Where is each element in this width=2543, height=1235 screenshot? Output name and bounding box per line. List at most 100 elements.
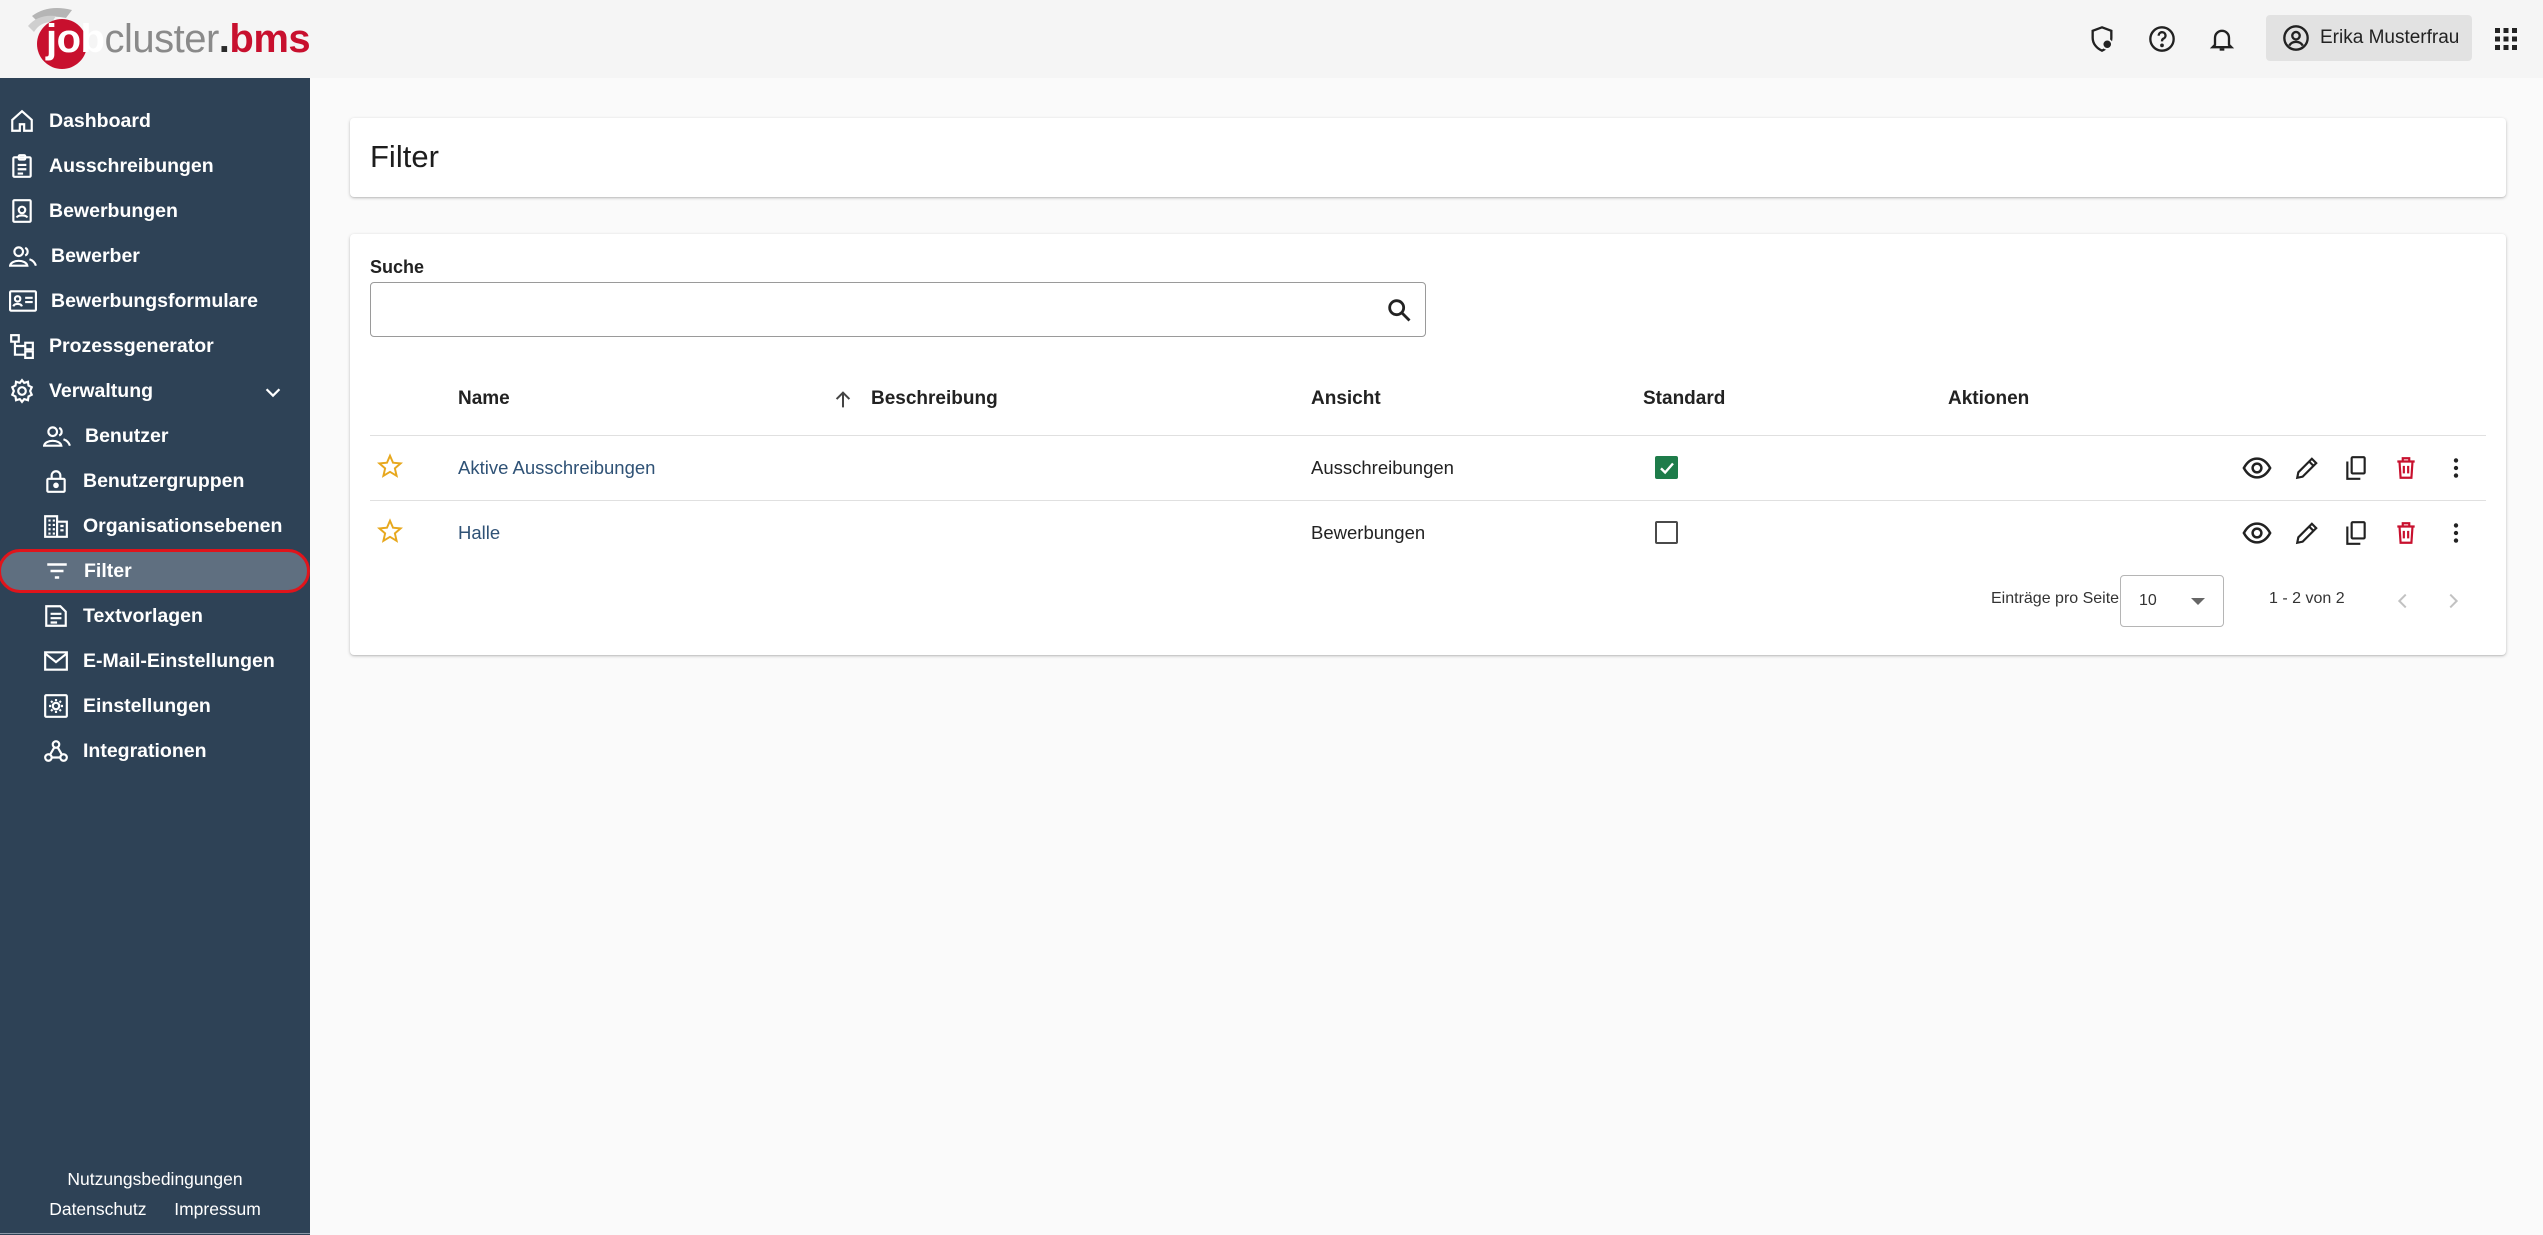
sidebar: Dashboard Ausschreibungen Bewerbungen Be… (0, 78, 310, 1235)
chevron-left-icon (2397, 593, 2407, 609)
filter-name[interactable]: Aktive Ausschreibungen (458, 457, 655, 479)
sidebar-item-bewerber[interactable]: Bewerber (0, 234, 310, 278)
sidebar-item-label: Bewerber (51, 244, 140, 267)
column-header-beschreibung[interactable]: Beschreibung (871, 388, 998, 410)
copy-icon[interactable] (2338, 450, 2374, 486)
mail-icon (44, 651, 68, 671)
standard-checkbox[interactable] (1655, 521, 1678, 544)
sidebar-item-label: Bewerbungen (49, 199, 178, 222)
sidebar-item-label: Dashboard (49, 109, 151, 132)
sidebar-item-label: Organisationsebenen (83, 514, 283, 537)
previous-page-button[interactable] (2386, 584, 2420, 618)
sidebar-footer-divider (0, 1233, 310, 1234)
document-person-icon (12, 199, 32, 223)
search-field[interactable] (370, 282, 1426, 337)
sidebar-item-label: Ausschreibungen (49, 154, 214, 177)
search-input[interactable] (383, 283, 1347, 335)
sidebar-item-ausschreibungen[interactable]: Ausschreibungen (0, 144, 310, 188)
header-divider (370, 435, 2486, 436)
row-divider (370, 500, 2486, 501)
sidebar-item-email-einstellungen[interactable]: E-Mail-Einstellungen (0, 639, 310, 683)
sidebar-item-benutzer[interactable]: Benutzer (0, 414, 310, 458)
bell-icon[interactable] (2204, 21, 2240, 57)
column-header-ansicht[interactable]: Ansicht (1311, 388, 1381, 410)
sidebar-item-textvorlagen[interactable]: Textvorlagen (0, 594, 310, 638)
top-bar: job cluster . bms Erika Musterfrau (0, 0, 2543, 78)
apps-grid-icon[interactable] (2488, 21, 2524, 57)
chevron-right-icon (2449, 593, 2459, 609)
text-document-icon (45, 605, 67, 627)
clipboard-icon (12, 154, 32, 178)
privacy-link[interactable]: Datenschutz (49, 1199, 146, 1219)
eye-icon[interactable] (2239, 515, 2275, 551)
shield-clock-icon[interactable] (2084, 21, 2120, 57)
filter-view: Ausschreibungen (1311, 457, 1454, 478)
sidebar-item-label: Benutzer (85, 424, 169, 447)
sidebar-item-filter[interactable]: Filter (0, 549, 310, 593)
trash-icon[interactable] (2388, 450, 2424, 486)
sidebar-item-bewerbungen[interactable]: Bewerbungen (0, 189, 310, 233)
sidebar-item-label: E-Mail-Einstellungen (83, 649, 275, 672)
filter-icon (47, 563, 67, 579)
sidebar-item-prozessgenerator[interactable]: Prozessgenerator (0, 324, 310, 368)
gear-icon (10, 378, 34, 404)
star-outline-icon[interactable] (377, 518, 403, 544)
filter-name[interactable]: Halle (458, 522, 500, 544)
account-circle-icon (2283, 25, 2309, 51)
sidebar-item-verwaltung[interactable]: Verwaltung (0, 369, 310, 413)
sidebar-item-label: Textvorlagen (83, 604, 203, 627)
help-icon[interactable] (2144, 21, 2180, 57)
arrow-up-icon[interactable] (832, 389, 854, 411)
check-icon (1659, 462, 1674, 474)
items-per-page-select[interactable]: 10 (2120, 575, 2224, 627)
more-vertical-icon[interactable] (2438, 515, 2474, 551)
page-title: Filter (370, 139, 439, 174)
sidebar-item-organisationsebenen[interactable]: Organisationsebenen (0, 504, 310, 548)
column-header-standard[interactable]: Standard (1643, 388, 1725, 410)
filter-view: Bewerbungen (1311, 522, 1426, 543)
sidebar-item-label: Prozessgenerator (49, 334, 214, 357)
user-name: Erika Musterfrau (2320, 27, 2460, 48)
trash-icon[interactable] (2388, 515, 2424, 551)
sidebar-item-integrationen[interactable]: Integrationen (0, 729, 310, 773)
sidebar-item-label: Filter (84, 559, 132, 582)
sidebar-item-dashboard[interactable]: Dashboard (0, 99, 310, 143)
settings-box-icon (44, 694, 68, 718)
next-page-button[interactable] (2436, 584, 2470, 618)
user-menu-button[interactable]: Erika Musterfrau (2266, 15, 2472, 61)
sidebar-footer-row1: Nutzungsbedingungen (0, 1169, 310, 1190)
standard-checkbox[interactable] (1655, 456, 1678, 479)
logo-text-job: job (46, 16, 105, 61)
id-card-icon (9, 290, 37, 312)
hierarchy-icon (10, 334, 34, 359)
sidebar-item-einstellungen[interactable]: Einstellungen (0, 684, 310, 728)
copy-icon[interactable] (2338, 515, 2374, 551)
eye-icon[interactable] (2239, 450, 2275, 486)
pencil-icon[interactable] (2289, 515, 2325, 551)
people-icon (43, 426, 71, 447)
sidebar-item-label: Bewerbungsformulare (51, 289, 258, 312)
sidebar-item-label: Integrationen (83, 739, 207, 762)
home-icon (11, 109, 33, 132)
jobcluster-logo[interactable]: job cluster . bms (26, 4, 311, 74)
webhook-icon (44, 740, 68, 762)
items-per-page-value: 10 (2139, 592, 2157, 609)
sidebar-item-benutzergruppen[interactable]: Benutzergruppen (0, 459, 310, 503)
terms-link[interactable]: Nutzungsbedingungen (67, 1169, 242, 1189)
imprint-link[interactable]: Impressum (174, 1199, 261, 1219)
lock-icon (46, 470, 66, 493)
star-outline-icon[interactable] (377, 453, 403, 479)
sidebar-item-label: Verwaltung (49, 379, 154, 402)
sidebar-item-bewerbungsformulare[interactable]: Bewerbungsformulare (0, 279, 310, 323)
logo-text-cluster: cluster (104, 16, 219, 61)
pencil-icon[interactable] (2289, 450, 2325, 486)
column-header-name[interactable]: Name (458, 388, 510, 410)
column-header-aktionen: Aktionen (1948, 388, 2030, 409)
title-card (350, 118, 2506, 197)
search-label: Suche (370, 257, 425, 277)
pagination-range: 1 - 2 von 2 (2269, 590, 2345, 607)
more-vertical-icon[interactable] (2438, 450, 2474, 486)
search-icon[interactable] (1385, 296, 1413, 324)
building-icon (44, 515, 68, 538)
people-icon (9, 246, 37, 267)
